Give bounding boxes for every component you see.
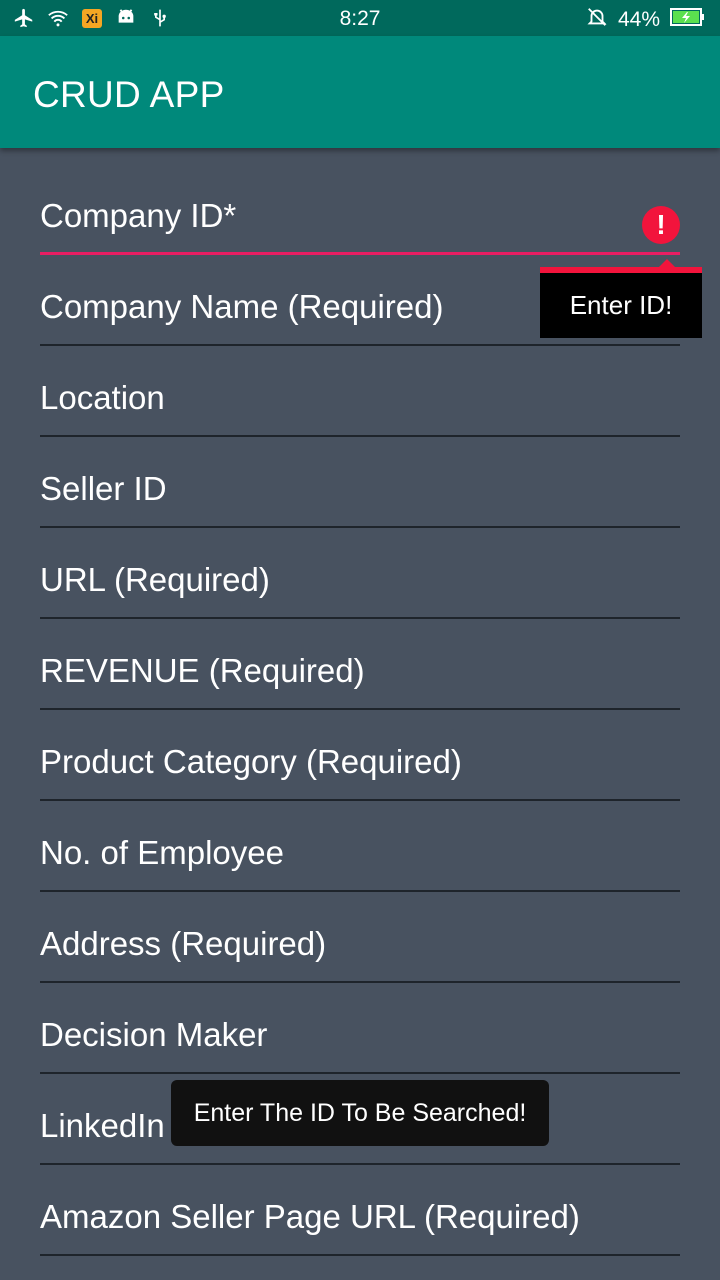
app-bar: CRUD APP	[0, 36, 720, 148]
app-title: CRUD APP	[33, 74, 225, 115]
field-label: Address (Required)	[40, 925, 327, 962]
field-label: REVENUE (Required)	[40, 652, 365, 689]
error-icon: !	[642, 206, 680, 244]
toast-text: Enter The ID To Be Searched!	[193, 1098, 527, 1127]
decision-maker-field[interactable]: Decision Maker	[40, 983, 680, 1074]
revenue-field[interactable]: REVENUE (Required)	[40, 619, 680, 710]
bell-off-icon	[586, 6, 608, 34]
field-label: Decision Maker	[40, 1016, 268, 1053]
amazon-seller-url-field[interactable]: Amazon Seller Page URL (Required)	[40, 1165, 680, 1256]
field-label: Location	[40, 379, 165, 416]
product-category-field[interactable]: Product Category (Required)	[40, 710, 680, 801]
seller-id-field[interactable]: Seller ID	[40, 437, 680, 528]
company-id-field[interactable]: Company ID* !	[40, 164, 680, 255]
field-label: Amazon Seller Page URL (Required)	[40, 1198, 580, 1235]
field-label: Product Category (Required)	[40, 743, 462, 780]
location-field[interactable]: Location	[40, 346, 680, 437]
battery-icon	[670, 6, 706, 34]
battery-percent: 44%	[617, 8, 660, 31]
field-label: Seller ID	[40, 470, 167, 507]
url-field[interactable]: URL (Required)	[40, 528, 680, 619]
field-underline	[40, 1254, 680, 1256]
field-label: URL (Required)	[40, 561, 270, 598]
error-popup-pointer	[659, 259, 675, 267]
status-bar: Xi 8:27 44%	[0, 0, 720, 36]
field-label: Company Name (Required)	[40, 288, 444, 325]
field-label: No. of Employee	[40, 834, 284, 871]
error-message: Enter ID!	[569, 290, 673, 320]
employee-count-field[interactable]: No. of Employee	[40, 801, 680, 892]
error-popup: Enter ID!	[540, 259, 702, 338]
address-field[interactable]: Address (Required)	[40, 892, 680, 983]
toast-message: Enter The ID To Be Searched!	[171, 1080, 549, 1146]
field-label: Company ID*	[40, 197, 237, 234]
